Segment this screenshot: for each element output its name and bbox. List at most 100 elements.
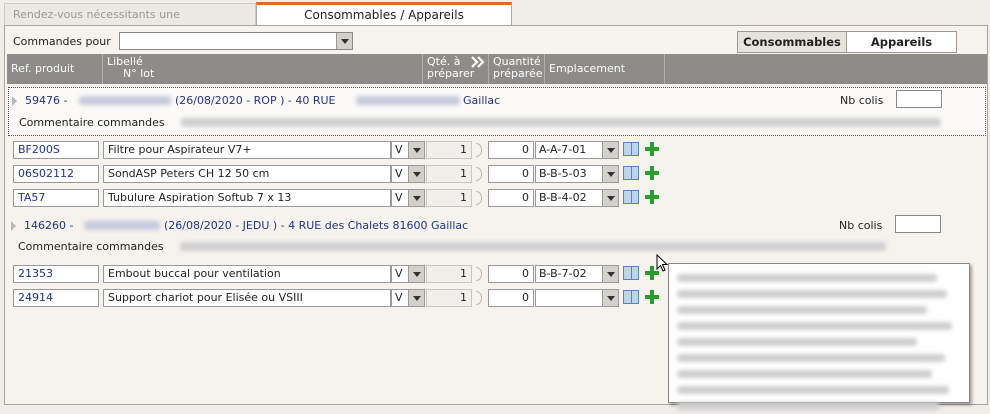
col-ref: Ref. produit	[7, 54, 103, 84]
order-details: (26/08/2020 - JEDU ) - 4 RUE des Chalets…	[164, 219, 469, 232]
nb-colis-label: Nb colis	[839, 219, 883, 232]
dropdown-icon[interactable]	[408, 166, 424, 182]
lot-value: V	[395, 291, 403, 304]
lot-value: V	[395, 267, 403, 280]
order-city: Gaillac	[463, 94, 501, 107]
emplacement-select[interactable]	[535, 289, 619, 307]
product-ref[interactable]: TA57	[13, 189, 99, 207]
commandes-pour-label: Commandes pour	[13, 35, 111, 48]
dropdown-icon[interactable]	[602, 190, 618, 206]
order-details: (26/08/2020 - ROP ) - 40 RUE	[175, 94, 336, 107]
col-libelle: Libellé N° lot	[103, 54, 423, 84]
dropdown-icon[interactable]	[408, 142, 424, 158]
qty-prepared-input[interactable]: 0	[488, 189, 534, 207]
copy-qty-arrow-icon[interactable]	[476, 167, 482, 181]
dropdown-icon[interactable]	[602, 266, 618, 282]
qty-to-prepare: 1	[426, 189, 472, 207]
qty-to-prepare: 1	[426, 165, 472, 183]
copy-qty-arrow-icon[interactable]	[476, 191, 482, 205]
product-label: Support chariot pour Elisée ou VSIII	[103, 289, 391, 307]
copy-qty-arrow-icon[interactable]	[476, 143, 482, 157]
col-nlot-label: N° lot	[123, 67, 155, 80]
emplacement-select[interactable]: B-B-5-03	[535, 165, 619, 183]
book-icon[interactable]	[623, 266, 639, 280]
qty-to-prepare: 1	[426, 141, 472, 159]
segment-consommables[interactable]: Consommables	[737, 31, 847, 53]
qty-prepared-input[interactable]: 0	[488, 165, 534, 183]
commentaire-label: Commentaire commandes	[18, 240, 164, 253]
emplacement-value: B-B-5-03	[539, 167, 587, 180]
dropdown-icon[interactable]	[336, 33, 352, 49]
dropdown-icon[interactable]	[602, 166, 618, 182]
qty-prepared-input[interactable]: 0	[488, 289, 534, 307]
product-label: SondASP Peters CH 12 50 cm	[103, 165, 391, 183]
redacted-comment	[180, 242, 886, 251]
lot-value: V	[395, 143, 403, 156]
product-ref[interactable]: 24914	[13, 289, 99, 307]
dropdown-icon[interactable]	[602, 290, 618, 306]
redacted-address	[356, 96, 460, 105]
book-icon[interactable]	[623, 142, 639, 156]
qty-prepared-input[interactable]: 0	[488, 265, 534, 283]
dropdown-icon[interactable]	[408, 190, 424, 206]
comment-tooltip	[668, 263, 970, 410]
nb-colis-input[interactable]	[895, 215, 941, 233]
tab-consommables-appareils[interactable]: Consommables / Appareils	[256, 2, 512, 26]
product-label: Tubulure Aspiration Softub 7 x 13	[103, 189, 391, 207]
book-icon[interactable]	[623, 166, 639, 180]
book-icon[interactable]	[623, 290, 639, 304]
lot-value: V	[395, 167, 403, 180]
emplacement-value: B-B-7-02	[539, 267, 587, 280]
plus-icon[interactable]	[645, 166, 659, 180]
emplacement-select[interactable]: B-B-7-02	[535, 265, 619, 283]
product-ref[interactable]: 21353	[13, 265, 99, 283]
emplacement-select[interactable]: B-B-4-02	[535, 189, 619, 207]
col-qprep: Quantité préparée	[489, 54, 545, 84]
qty-to-prepare: 1	[426, 289, 472, 307]
lot-select[interactable]: V	[391, 265, 425, 283]
table-header: Ref. produit Libellé N° lot Qté. à prépa…	[7, 54, 987, 84]
expand-arrow-icon[interactable]	[11, 221, 16, 231]
nb-colis-input[interactable]	[896, 90, 942, 108]
expand-arrow-icon[interactable]	[12, 96, 17, 106]
plus-icon[interactable]	[645, 142, 659, 156]
copy-qty-arrow-icon[interactable]	[476, 267, 482, 281]
tab-rendez-vous[interactable]: Rendez-vous nécessitants une préparation	[4, 3, 256, 43]
redacted-comment	[181, 118, 941, 127]
lot-value: V	[395, 191, 403, 204]
copy-qty-arrow-icon[interactable]	[476, 291, 482, 305]
lot-select[interactable]: V	[391, 141, 425, 159]
product-label: Filtre pour Aspirateur V7+	[103, 141, 391, 159]
lot-select[interactable]: V	[391, 189, 425, 207]
segment-appareils[interactable]: Appareils	[847, 31, 957, 53]
book-icon[interactable]	[623, 190, 639, 204]
table-row: 06S02112 SondASP Peters CH 12 50 cm V 1 …	[8, 163, 986, 185]
order-number[interactable]: 59476 -	[25, 94, 67, 107]
plus-icon[interactable]	[645, 290, 659, 304]
plus-icon[interactable]	[645, 190, 659, 204]
redacted-name	[79, 96, 171, 105]
order-group-146260: 146260 - (26/08/2020 - JEDU ) - 4 RUE de…	[8, 213, 986, 260]
col-qprep-line2: préparée	[493, 67, 543, 80]
qty-prepared-input[interactable]: 0	[488, 141, 534, 159]
dropdown-icon[interactable]	[408, 290, 424, 306]
emplacement-select[interactable]: A-A-7-01	[535, 141, 619, 159]
lot-select[interactable]: V	[391, 289, 425, 307]
commandes-pour-select[interactable]	[119, 32, 353, 50]
product-ref[interactable]: BF200S	[13, 141, 99, 159]
product-ref[interactable]: 06S02112	[13, 165, 99, 183]
col-qte: Qté. à préparer	[423, 54, 489, 84]
dropdown-icon[interactable]	[408, 266, 424, 282]
order-number[interactable]: 146260 -	[24, 219, 73, 232]
commentaire-label: Commentaire commandes	[19, 116, 165, 129]
col-qte-line2: préparer	[427, 67, 475, 80]
prepare-arrows-icon[interactable]	[471, 56, 485, 68]
col-emplacement: Emplacement	[545, 54, 665, 84]
qty-to-prepare: 1	[426, 265, 472, 283]
dropdown-icon[interactable]	[602, 142, 618, 158]
redacted-name	[84, 221, 160, 230]
lot-select[interactable]: V	[391, 165, 425, 183]
emplacement-value: B-B-4-02	[539, 191, 587, 204]
emplacement-value: A-A-7-01	[539, 143, 587, 156]
nb-colis-label: Nb colis	[840, 94, 884, 107]
